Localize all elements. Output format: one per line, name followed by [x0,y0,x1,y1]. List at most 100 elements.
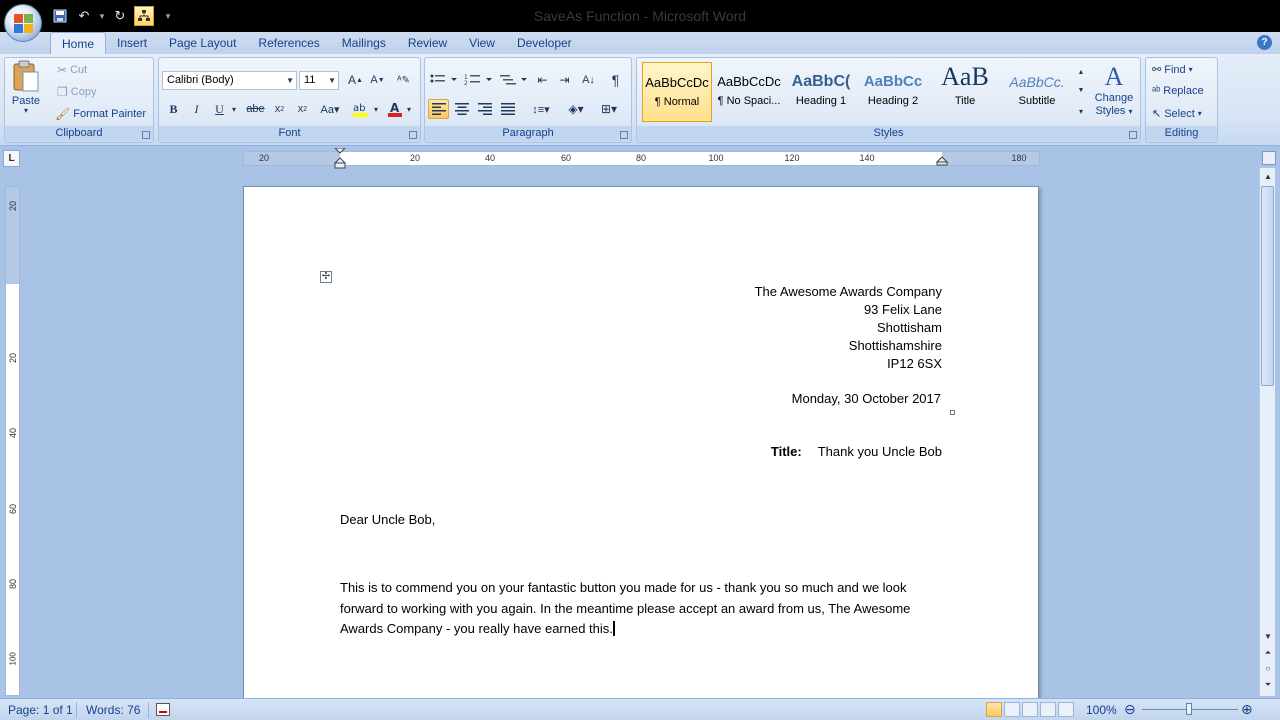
zoom-slider-thumb[interactable] [1186,703,1192,715]
table-move-handle-icon[interactable]: ✢ [320,271,332,283]
bullets-icon[interactable] [428,70,458,90]
styles-scroll-up-icon[interactable]: ▲ [1075,64,1087,80]
previous-page-icon[interactable]: ⏶ [1262,646,1274,659]
word-count[interactable]: Words: 76 [86,702,140,718]
replace-button[interactable]: ᵃᵇ Replace [1152,85,1204,97]
borders-icon[interactable]: ⊞▾ [595,99,623,119]
change-styles-button[interactable]: A Change Styles ▾ [1094,62,1134,118]
office-button[interactable] [4,4,42,42]
clear-formatting-icon[interactable]: ᴬ✎ [393,70,414,90]
sort-icon[interactable]: A↓ [578,70,599,90]
paste-dropdown-icon[interactable]: ▾ [24,107,28,115]
outline-view-icon[interactable] [1040,702,1056,717]
page-count[interactable]: Page: 1 of 1 [8,702,73,718]
help-icon[interactable]: ? [1257,35,1272,50]
paste-button[interactable]: Paste ▾ [11,60,41,115]
scroll-up-icon[interactable]: ▲ [1262,170,1274,183]
style-normal[interactable]: AaBbCcDc ¶ Normal [642,62,712,122]
scroll-down-icon[interactable]: ▼ [1262,630,1274,643]
sender-postcode[interactable]: IP12 6SX [887,356,942,371]
italic-icon[interactable]: I [186,99,207,119]
clipboard-launcher-icon[interactable] [142,131,150,139]
style-subtitle[interactable]: AaBbCc. Subtitle [1002,62,1072,122]
tab-view[interactable]: View [458,32,506,54]
next-page-icon[interactable]: ⏷ [1262,678,1274,691]
vertical-scrollbar[interactable]: ▲ ▼ ⏶ ○ ⏷ [1259,168,1275,696]
justify-icon[interactable] [497,99,518,119]
style-no-spacing[interactable]: AaBbCcDc ¶ No Spaci... [714,62,784,122]
sender-street[interactable]: 93 Felix Lane [864,302,942,317]
paragraph-launcher-icon[interactable] [620,131,628,139]
zoom-out-icon[interactable]: ⊖ [1124,702,1136,716]
tab-references[interactable]: References [247,32,330,54]
font-size-combo[interactable]: 11 ▼ [299,71,339,90]
styles-launcher-icon[interactable] [1129,131,1137,139]
tab-stop-selector[interactable]: L [3,150,20,167]
align-right-icon[interactable] [474,99,495,119]
horizontal-ruler[interactable]: 20 20 40 60 80 100 120 140 180 [243,148,1040,169]
multilevel-list-icon[interactable] [498,70,528,90]
highlight-icon[interactable]: ab [350,99,371,119]
style-title[interactable]: AaB Title [930,62,1000,122]
letter-date[interactable]: Monday, 30 October 2017 [792,391,941,406]
change-case-icon[interactable]: Aa▾ [317,99,343,119]
document-page[interactable]: ✢ The Awesome Awards Company 93 Felix La… [243,186,1039,706]
scrollbar-thumb[interactable] [1261,186,1274,386]
letter-title-row[interactable]: Title: Thank you Uncle Bob [771,444,942,459]
indent-marker-icon[interactable] [334,148,346,170]
shading-icon[interactable]: ◈▾ [562,99,590,119]
tab-insert[interactable]: Insert [106,32,158,54]
right-indent-marker-icon[interactable] [936,156,948,166]
print-layout-view-icon[interactable] [986,702,1002,717]
cut-button[interactable]: ✂ Cut [57,63,87,77]
underline-icon[interactable]: U [209,99,230,119]
select-button[interactable]: ↖ Select ▾ [1152,107,1202,121]
sender-county[interactable]: Shottishamshire [849,338,942,353]
styles-more-icon[interactable]: ▾ [1075,102,1087,120]
vertical-ruler[interactable]: 20 20 40 60 80 100 [5,186,20,696]
font-color-dropdown-icon[interactable]: ▾ [404,99,414,119]
draft-view-icon[interactable] [1058,702,1074,717]
increase-indent-icon[interactable]: ⇥ [554,70,575,90]
zoom-in-icon[interactable]: ⊕ [1241,702,1253,716]
shrink-font-icon[interactable]: A ▼ [367,70,388,90]
font-color-icon[interactable]: A [384,99,405,119]
body-paragraph[interactable]: This is to commend you on your fantastic… [340,578,950,640]
style-heading-2[interactable]: AaBbCc Heading 2 [858,62,928,122]
font-launcher-icon[interactable] [409,131,417,139]
grow-font-icon[interactable]: A ▲ [345,70,366,90]
tab-mailings[interactable]: Mailings [331,32,397,54]
decrease-indent-icon[interactable]: ⇤ [532,70,553,90]
underline-dropdown-icon[interactable]: ▾ [229,99,239,119]
view-ruler-icon[interactable] [1262,151,1276,165]
table-resize-handle[interactable] [950,410,955,415]
web-layout-view-icon[interactable] [1022,702,1038,717]
copy-button[interactable]: ❐ Copy [57,85,96,99]
strikethrough-icon[interactable]: abe [245,99,266,119]
align-center-icon[interactable] [451,99,472,119]
sender-town[interactable]: Shottisham [877,320,942,335]
tab-page-layout[interactable]: Page Layout [158,32,247,54]
style-heading-1[interactable]: AaBbC( Heading 1 [786,62,856,122]
browse-object-icon[interactable]: ○ [1262,662,1274,675]
bold-icon[interactable]: B [163,99,184,119]
tab-home[interactable]: Home [50,32,107,54]
show-formatting-icon[interactable]: ¶ [605,70,626,90]
format-painter-button[interactable]: 🖌 Format Painter [55,107,146,121]
tab-developer[interactable]: Developer [506,32,583,54]
numbering-icon[interactable]: 12 [463,70,493,90]
sender-company[interactable]: The Awesome Awards Company [755,284,942,299]
highlight-dropdown-icon[interactable]: ▾ [371,99,381,119]
align-left-icon[interactable] [428,99,449,119]
find-button[interactable]: ⚯ Find ▾ [1152,63,1193,77]
superscript-icon[interactable]: x2 [292,99,313,119]
line-spacing-icon[interactable]: ↕≡▾ [527,99,555,119]
full-screen-reading-view-icon[interactable] [1004,702,1020,717]
tab-review[interactable]: Review [397,32,458,54]
zoom-level[interactable]: 100% [1086,702,1117,718]
proofing-icon[interactable] [156,703,170,716]
styles-scroll-down-icon[interactable]: ▼ [1075,82,1087,98]
salutation[interactable]: Dear Uncle Bob, [340,512,435,527]
font-family-combo[interactable]: Calibri (Body) ▼ [162,71,297,90]
subscript-icon[interactable]: x2 [269,99,290,119]
